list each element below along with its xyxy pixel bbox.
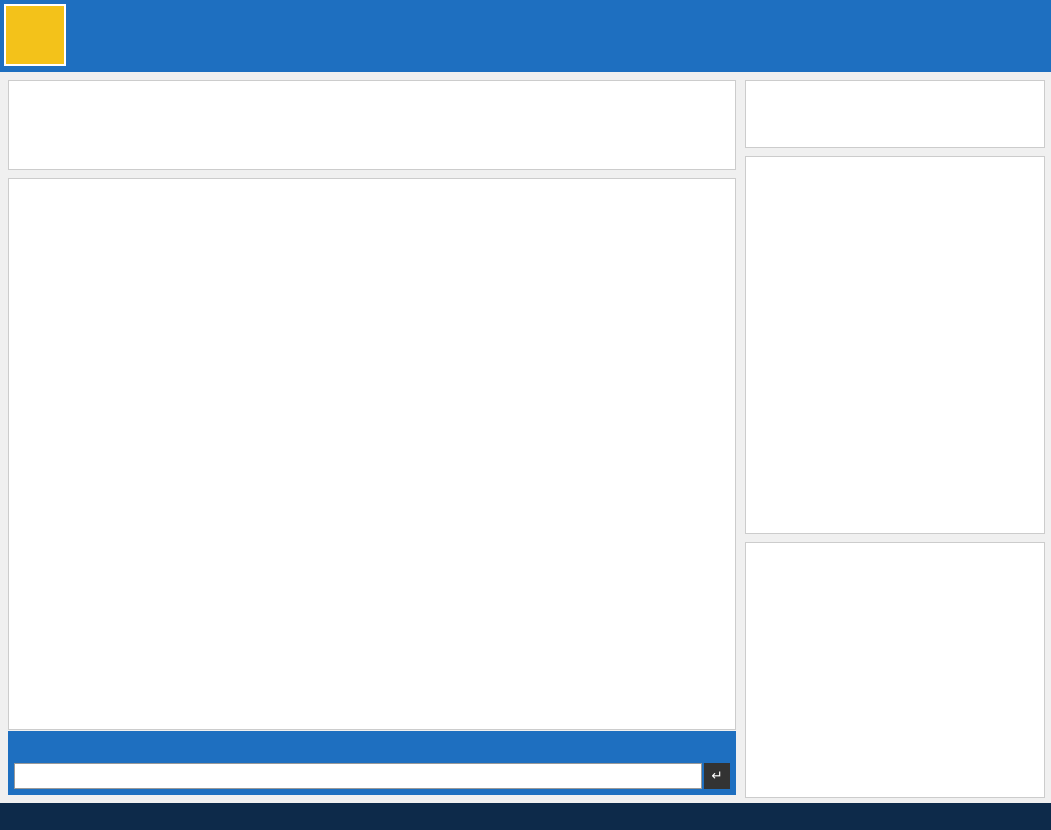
- chat-input-row: ↵: [8, 757, 736, 795]
- side-ad[interactable]: [745, 542, 1045, 798]
- top-bar: [0, 0, 1051, 72]
- chat-input[interactable]: [14, 763, 702, 789]
- result-panel: [745, 80, 1045, 148]
- site-logo[interactable]: [4, 4, 66, 66]
- send-button[interactable]: ↵: [704, 763, 730, 789]
- footer: [0, 803, 1051, 830]
- ad-banner[interactable]: [8, 80, 736, 170]
- user-panel: [745, 156, 1045, 534]
- chat-log[interactable]: [8, 178, 736, 730]
- chat-empty-state: [9, 179, 735, 203]
- chat-toolbar: [8, 731, 736, 757]
- enter-icon: ↵: [711, 768, 723, 783]
